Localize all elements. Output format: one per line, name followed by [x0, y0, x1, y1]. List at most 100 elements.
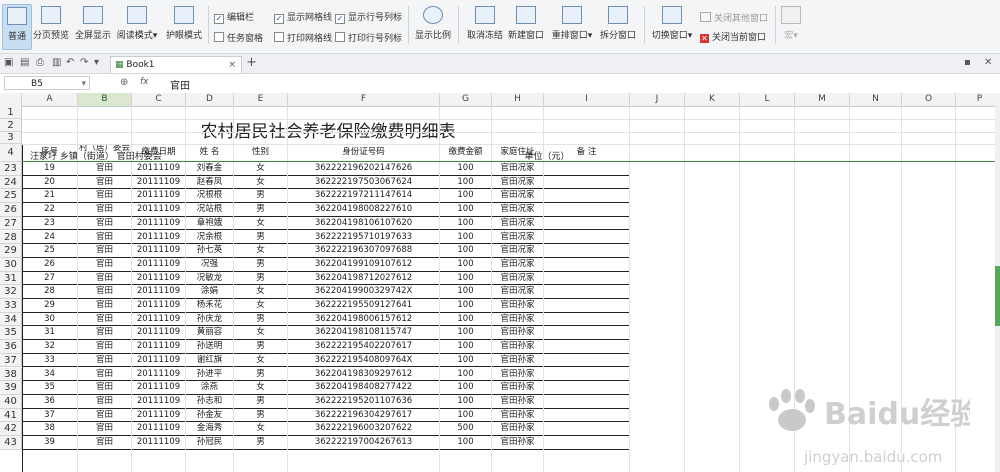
table-cell[interactable]: 女 [234, 216, 288, 231]
column-header-m[interactable]: M [795, 93, 850, 106]
row-header[interactable]: 28 [0, 230, 22, 245]
row-header[interactable]: 31 [0, 271, 22, 286]
table-cell[interactable]: 362204198309297612 [288, 367, 440, 382]
table-cell[interactable]: 男 [234, 340, 288, 354]
row-header[interactable]: 29 [0, 244, 22, 258]
save-icon[interactable]: ▤ [20, 57, 29, 68]
table-cell[interactable]: 20111109 [132, 312, 186, 327]
print-icon[interactable]: ⎙ [36, 57, 44, 68]
column-header-j[interactable]: J [630, 93, 685, 106]
table-cell[interactable]: 官田孙家 [492, 312, 544, 327]
table-cell[interactable]: 362222195509127641 [288, 299, 440, 313]
table-cell[interactable]: 金海秀 [186, 422, 234, 436]
table-cell[interactable]: 赵春凤 [186, 175, 234, 190]
row-header[interactable]: 39 [0, 381, 22, 395]
table-cell[interactable]: 100 [440, 312, 492, 327]
table-cell[interactable]: 况余根 [186, 230, 234, 245]
row-header[interactable]: 1 [0, 106, 22, 119]
table-cell[interactable]: 20111109 [132, 271, 186, 286]
table-cell[interactable]: 20111109 [132, 257, 186, 272]
task-pane-checkbox[interactable]: 任务窗格 [214, 32, 263, 44]
table-cell[interactable]: 女 [234, 422, 288, 436]
redo-icon[interactable]: ↷ [80, 57, 88, 68]
table-header-cell[interactable]: 序号 [22, 144, 78, 162]
table-cell[interactable]: 20111109 [132, 244, 186, 258]
table-cell[interactable]: 26 [22, 257, 78, 272]
table-cell[interactable]: 30 [22, 312, 78, 327]
table-cell[interactable]: 官田 [78, 367, 132, 382]
table-cell[interactable]: 官田 [78, 203, 132, 217]
table-cell[interactable] [544, 422, 630, 436]
new-window-button[interactable]: 新建窗口 [506, 4, 546, 48]
table-cell[interactable]: 女 [234, 381, 288, 395]
table-cell[interactable]: 362222196304297617 [288, 408, 440, 423]
table-cell[interactable]: 362222195710197633 [288, 230, 440, 245]
print-headings-checkbox[interactable]: 打印行号列标 [335, 32, 402, 44]
close-current-window-button[interactable]: ✕ 关闭当前窗口 [700, 32, 766, 44]
row-header[interactable]: 43 [0, 436, 22, 450]
table-cell[interactable]: 20111109 [132, 408, 186, 423]
table-cell[interactable]: 21 [22, 189, 78, 204]
column-header-a[interactable]: A [22, 93, 78, 106]
table-cell[interactable]: 女 [234, 326, 288, 341]
table-cell[interactable]: 23 [22, 216, 78, 231]
table-cell[interactable]: 362222196202147626 [288, 162, 440, 176]
fullscreen-button[interactable]: 全屏显示 [73, 4, 113, 48]
table-cell[interactable]: 100 [440, 367, 492, 382]
name-box[interactable]: B5 ▾ [4, 76, 90, 90]
table-cell[interactable]: 24 [22, 230, 78, 245]
table-cell[interactable]: 黄丽容 [186, 326, 234, 341]
table-cell[interactable] [544, 381, 630, 395]
table-cell[interactable]: 官田 [78, 189, 132, 204]
table-cell[interactable]: 孙庆龙 [186, 312, 234, 327]
table-cell[interactable] [544, 299, 630, 313]
column-header-k[interactable]: K [685, 93, 740, 106]
table-cell[interactable]: 362204198408277422 [288, 381, 440, 395]
table-cell[interactable]: 孙送明 [186, 340, 234, 354]
table-cell[interactable]: 22 [22, 203, 78, 217]
table-cell[interactable] [544, 312, 630, 327]
table-cell[interactable]: 官田 [78, 216, 132, 231]
table-cell[interactable]: 362222195402207617 [288, 340, 440, 354]
table-cell[interactable]: 362222196307097688 [288, 244, 440, 258]
table-cell[interactable]: 362222196003207622 [288, 422, 440, 436]
table-cell[interactable]: 36220419900329742X [288, 285, 440, 299]
table-cell[interactable]: 官田 [78, 175, 132, 190]
table-cell[interactable]: 官田孙家 [492, 367, 544, 382]
eye-protection-button[interactable]: 护眼模式 [164, 4, 204, 48]
table-cell[interactable]: 362204198106107620 [288, 216, 440, 231]
table-cell[interactable]: 男 [234, 230, 288, 245]
table-cell[interactable]: 女 [234, 162, 288, 176]
table-cell[interactable]: 官田孙家 [492, 353, 544, 368]
table-cell[interactable]: 100 [440, 203, 492, 217]
column-header-f[interactable]: F [288, 93, 440, 106]
table-header-cell[interactable]: 缴费日期 [132, 144, 186, 162]
table-cell[interactable] [544, 285, 630, 299]
table-cell[interactable] [544, 394, 630, 409]
table-cell[interactable]: 500 [440, 422, 492, 436]
arrange-window-button[interactable]: 重排窗口▾ [548, 4, 596, 48]
normal-view-button[interactable]: 普通 [2, 4, 32, 50]
table-cell[interactable]: 官田孙家 [492, 340, 544, 354]
table-cell[interactable]: 100 [440, 353, 492, 368]
fx-button[interactable]: fx [140, 77, 149, 87]
vertical-scrollbar[interactable] [995, 106, 1000, 472]
formula-input[interactable]: 官田 [170, 77, 190, 92]
table-cell[interactable]: 官田 [78, 244, 132, 258]
column-header-p[interactable]: P [956, 93, 1000, 106]
table-header-cell[interactable]: 缴费金额 [440, 144, 492, 162]
reading-mode-button[interactable]: 阅读模式▾ [115, 4, 159, 48]
table-cell[interactable]: 官田 [78, 394, 132, 409]
row-header[interactable]: 30 [0, 257, 22, 272]
table-cell[interactable]: 34 [22, 367, 78, 382]
table-cell[interactable]: 官田孙家 [492, 408, 544, 423]
table-cell[interactable]: 官田 [78, 408, 132, 423]
row-header[interactable]: 2 [0, 119, 22, 132]
table-cell[interactable]: 官田况家 [492, 285, 544, 299]
table-cell[interactable]: 孙七英 [186, 244, 234, 258]
table-cell[interactable]: 100 [440, 216, 492, 231]
table-cell[interactable] [544, 436, 630, 450]
table-cell[interactable]: 况站根 [186, 203, 234, 217]
table-cell[interactable]: 29 [22, 299, 78, 313]
table-cell[interactable]: 20111109 [132, 299, 186, 313]
